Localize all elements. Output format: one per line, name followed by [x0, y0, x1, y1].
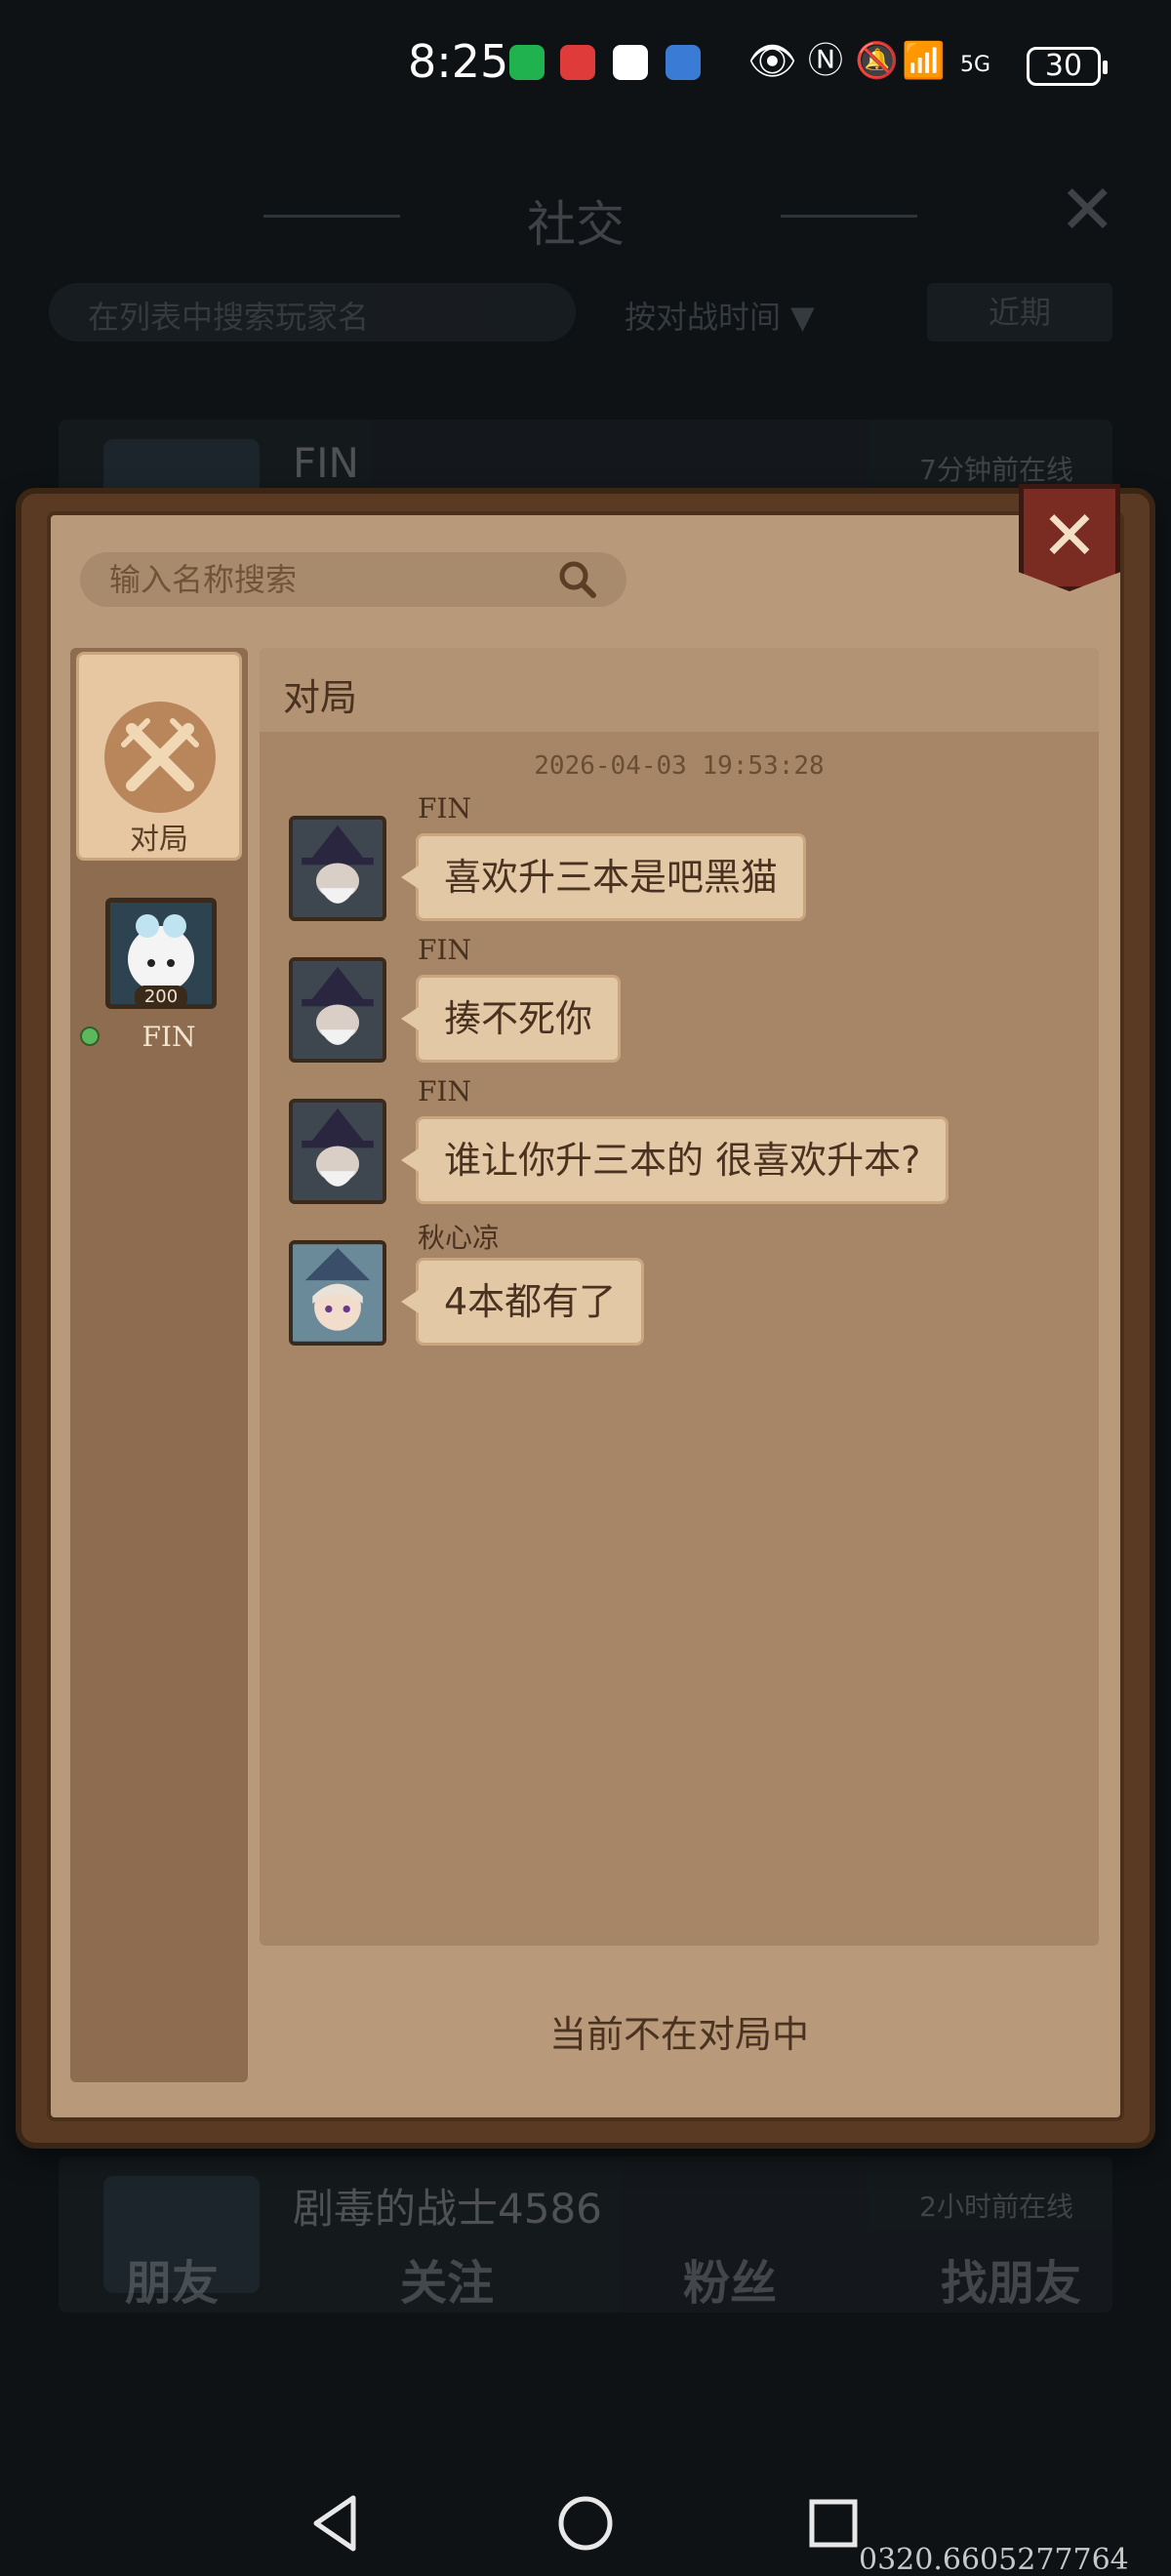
nav-friend-name: FIN — [141, 1021, 196, 1053]
nfc-icon: Ⓝ — [808, 41, 844, 81]
nav-match-chat[interactable]: 对局 — [76, 652, 242, 861]
match-status-text: 当前不在对局中 — [548, 2013, 809, 2056]
close-button[interactable]: ✕ — [1019, 484, 1120, 591]
message-bubble: 谁让你升三本的 很喜欢升本? — [400, 1116, 949, 1204]
chat-header: 对局 — [260, 648, 1099, 732]
name-search-input[interactable] — [109, 558, 539, 601]
background-row-status: 7分钟前在线 — [919, 454, 1073, 486]
battery-icon: 30 — [1027, 47, 1108, 86]
level-badge: 200 — [135, 986, 187, 1009]
chat-message: FIN 喜欢升三本是吧黑猫 — [289, 792, 1099, 921]
browser-app-icon — [666, 45, 701, 80]
message-bubble: 揍不死你 — [400, 975, 622, 1063]
tab-friends: 朋友 — [125, 2256, 220, 2311]
tab-fans: 粉丝 — [683, 2256, 778, 2311]
avatar[interactable] — [289, 1240, 386, 1346]
chat-timestamp: 2026-04-03 19:53:28 — [534, 751, 825, 781]
tab-following: 关注 — [400, 2256, 495, 2311]
chat-message: FIN 谁让你升三本的 很喜欢升本? — [289, 1075, 1099, 1204]
background-recent-button: 近期 — [927, 283, 1112, 342]
background-sort-dropdown: 按对战时间 ▼ — [625, 299, 815, 336]
game-app-icon — [560, 45, 595, 80]
status-time: 8:25 — [408, 35, 509, 88]
search-icon[interactable] — [556, 558, 599, 601]
back-icon[interactable] — [299, 2484, 377, 2562]
background-row-status: 2小时前在线 — [919, 2191, 1073, 2223]
message-bubble: 4本都有了 — [400, 1258, 645, 1346]
home-icon[interactable] — [546, 2484, 625, 2562]
background-row-name: 剧毒的战士4586 — [293, 2185, 602, 2233]
hourglass-app-icon — [509, 45, 545, 80]
conversation-list — [70, 648, 248, 2082]
eye-icon: 👁 — [747, 39, 797, 84]
chat-message: 秋心凉 4本都有了 — [289, 1217, 1099, 1346]
background-close-icon: ✕ — [1059, 170, 1116, 250]
title-ornament-right — [781, 215, 917, 218]
background-search-input: 在列表中搜索玩家名 — [49, 283, 576, 342]
wifi-icon: 📶 — [902, 41, 946, 81]
title-ornament-left — [263, 215, 400, 218]
nav-match-label: 对局 — [130, 823, 188, 857]
message-bubble: 喜欢升三本是吧黑猫 — [400, 833, 807, 921]
crossed-swords-icon — [104, 702, 216, 813]
tab-find-friends: 找朋友 — [941, 2256, 1082, 2311]
name-search-box — [80, 552, 626, 607]
message-sender: 秋心凉 — [418, 1222, 501, 1254]
status-bar: 8:25 👁 Ⓝ 🔕 📶 5G 30 — [0, 0, 1171, 127]
watermark-text: 0320.6605277764 — [859, 2543, 1129, 2576]
message-sender: FIN — [418, 934, 471, 966]
signal-5g-icon: 5G — [960, 53, 991, 77]
background-title: 社交 — [527, 196, 625, 253]
avatar[interactable] — [289, 957, 386, 1063]
avatar[interactable] — [289, 816, 386, 921]
message-sender: FIN — [418, 792, 471, 825]
nav-friend-fin[interactable]: 200 FIN — [76, 892, 242, 1058]
mute-icon: 🔕 — [855, 41, 899, 81]
background-tab-bar: 朋友 关注 粉丝 找朋友 — [0, 2244, 1171, 2322]
chat-message: FIN 揍不死你 — [289, 934, 1099, 1063]
qq-app-icon — [613, 45, 648, 80]
avatar[interactable] — [289, 1099, 386, 1204]
message-sender: FIN — [418, 1075, 471, 1107]
background-row-name: FIN — [293, 439, 359, 487]
online-status-dot — [80, 1026, 100, 1046]
chat-title: 对局 — [283, 676, 358, 719]
